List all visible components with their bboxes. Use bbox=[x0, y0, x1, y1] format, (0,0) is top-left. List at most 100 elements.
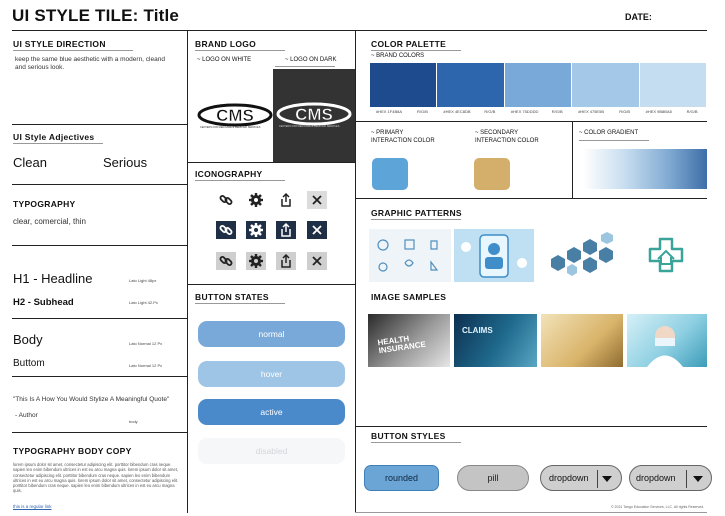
share-icon[interactable] bbox=[276, 221, 296, 239]
svg-text:CMS: CMS bbox=[216, 106, 254, 125]
body-copy-heading: TYPOGRAPHY BODY COPY bbox=[13, 446, 132, 456]
close-icon[interactable] bbox=[307, 252, 327, 270]
body-copy-text: lorem ipsum dolor sit amet, consectetur … bbox=[13, 462, 179, 494]
brand-color-rgb: R/G/B bbox=[686, 109, 698, 114]
normal-button[interactable]: normal bbox=[198, 321, 345, 347]
cms-logo-white: CMS CENTERS FOR MEDICARE & MEDICAID SERV… bbox=[197, 102, 273, 132]
medical-hex-pattern bbox=[541, 229, 623, 282]
heading-underline bbox=[195, 180, 285, 181]
link-icon[interactable] bbox=[216, 221, 236, 239]
chevron-down-icon bbox=[602, 475, 612, 485]
share-icon[interactable] bbox=[276, 191, 296, 209]
svg-text:CMS: CMS bbox=[295, 105, 333, 124]
h2-note: Lato Light 42.Px bbox=[129, 300, 158, 305]
section-divider bbox=[12, 432, 187, 433]
gear-icon[interactable] bbox=[246, 252, 266, 270]
quote-author: - Author bbox=[15, 412, 38, 419]
graphic-patterns-heading: GRAPHIC PATTERNS bbox=[371, 208, 462, 218]
cms-logo-dark: CMS CENTERS FOR MEDICARE & MEDICAID SERV… bbox=[276, 101, 352, 131]
logo-on-dark-label: ~ LOGO ON DARK bbox=[285, 57, 337, 63]
primary-color-label: ~ PRIMARY INTERACTION COLOR bbox=[371, 130, 435, 144]
heading-underline bbox=[13, 50, 133, 51]
gear-icon[interactable] bbox=[246, 191, 266, 209]
share-icon[interactable] bbox=[276, 252, 296, 270]
medical-form-image bbox=[541, 314, 623, 367]
gear-icon[interactable] bbox=[246, 221, 266, 239]
dropdown-label: dropdown bbox=[636, 473, 676, 483]
heading-underline bbox=[371, 442, 461, 443]
dropdown-button-1[interactable]: dropdown bbox=[540, 465, 622, 491]
section-divider bbox=[355, 426, 707, 427]
h2-sample: H2 - Subhead bbox=[13, 297, 74, 308]
style-direction-text: keep the same blue aesthetic with a mode… bbox=[15, 56, 165, 72]
chevron-down-icon bbox=[693, 475, 703, 485]
typography-heading: TYPOGRAPHY bbox=[13, 199, 76, 209]
style-direction-heading: UI STYLE DIRECTION bbox=[13, 39, 106, 49]
active-button[interactable]: active bbox=[198, 399, 345, 425]
heading-underline bbox=[195, 50, 285, 51]
page-title: UI STYLE TILE: Title bbox=[12, 6, 180, 25]
copyright-text: © 2021 Tango Education Services, LLC. Al… bbox=[611, 505, 705, 509]
brand-color-swatch bbox=[370, 63, 437, 107]
health-insurance-image: HEALTH INSURANCE bbox=[368, 314, 450, 367]
quote-sample: "This Is A How You Would Stylize A Meani… bbox=[13, 396, 170, 403]
heading-underline bbox=[371, 219, 461, 220]
section-divider bbox=[12, 245, 187, 246]
regular-link[interactable]: this is a regular link bbox=[13, 504, 52, 509]
health-cross-icon bbox=[646, 235, 686, 275]
medical-icons-pattern bbox=[369, 229, 451, 282]
hover-button[interactable]: hover bbox=[198, 361, 345, 387]
section-divider bbox=[12, 318, 187, 319]
doctor-image bbox=[627, 314, 707, 367]
heading-underline bbox=[275, 66, 335, 67]
pill-button[interactable]: pill bbox=[457, 465, 529, 491]
brand-colors-label: ~ BRAND COLORS bbox=[371, 53, 425, 59]
brand-color-code: #HEX 4EC8DB bbox=[443, 109, 471, 114]
footer-divider bbox=[355, 512, 707, 513]
dropdown-separator bbox=[597, 470, 598, 488]
heading-underline bbox=[579, 140, 649, 141]
claims-image: CLAIMS bbox=[454, 314, 537, 367]
column-divider-1 bbox=[187, 31, 188, 513]
section-divider bbox=[187, 162, 355, 163]
secondary-color-swatch bbox=[474, 158, 510, 190]
logo-on-white-label: ~ LOGO ON WHITE bbox=[197, 57, 252, 63]
body-note: Lato Normal 12 Px bbox=[129, 341, 163, 346]
color-gradient-swatch bbox=[583, 149, 707, 189]
rounded-button[interactable]: rounded bbox=[364, 465, 439, 491]
image-samples-heading: IMAGE SAMPLES bbox=[371, 292, 447, 302]
brand-color-swatch bbox=[572, 63, 639, 107]
iconography-heading: ICONOGRAPHY bbox=[195, 169, 263, 179]
palette-divider bbox=[572, 121, 573, 198]
link-icon[interactable] bbox=[216, 252, 236, 270]
section-divider bbox=[12, 124, 187, 125]
button-styles-heading: BUTTON STYLES bbox=[371, 431, 446, 441]
close-icon[interactable] bbox=[307, 191, 327, 209]
h1-note: Lato Light 48px bbox=[129, 278, 157, 283]
adjectives-heading: UI Style Adjectives bbox=[13, 132, 95, 142]
disabled-button[interactable]: disabled bbox=[198, 438, 345, 464]
logo-subtext-dark: CENTERS FOR MEDICARE & MEDICAID SERVICES bbox=[279, 125, 340, 128]
brand-color-swatch bbox=[639, 63, 706, 107]
quote-note: body bbox=[129, 419, 138, 424]
body-sample: Body bbox=[13, 332, 43, 347]
heading-underline bbox=[195, 303, 285, 304]
buttom-sample: Buttom bbox=[13, 358, 45, 369]
brand-color-code: #HEX 475E5B bbox=[578, 109, 604, 114]
heading-underline bbox=[13, 143, 103, 144]
brand-color-swatch bbox=[504, 63, 572, 107]
link-icon[interactable] bbox=[216, 191, 236, 209]
date-label: DATE: bbox=[625, 12, 652, 22]
brand-color-rgb: R/G/B bbox=[619, 109, 631, 114]
section-divider bbox=[355, 198, 707, 199]
brand-color-code: #HEX 1F4B8A bbox=[376, 109, 403, 114]
logo-subtext: CENTERS FOR MEDICARE & MEDICAID SERVICES bbox=[200, 126, 261, 129]
header-divider bbox=[12, 30, 707, 31]
dropdown-button-2[interactable]: dropdown bbox=[629, 465, 712, 491]
dropdown-separator bbox=[686, 470, 687, 488]
color-palette-heading: COLOR PALETTE bbox=[371, 39, 447, 49]
brand-color-rgb: R/G/B bbox=[417, 109, 428, 114]
close-icon[interactable] bbox=[307, 221, 327, 239]
brand-color-code: #HEX 75DDDD bbox=[510, 109, 539, 114]
brand-color-rgb: R/G/B bbox=[551, 109, 563, 114]
